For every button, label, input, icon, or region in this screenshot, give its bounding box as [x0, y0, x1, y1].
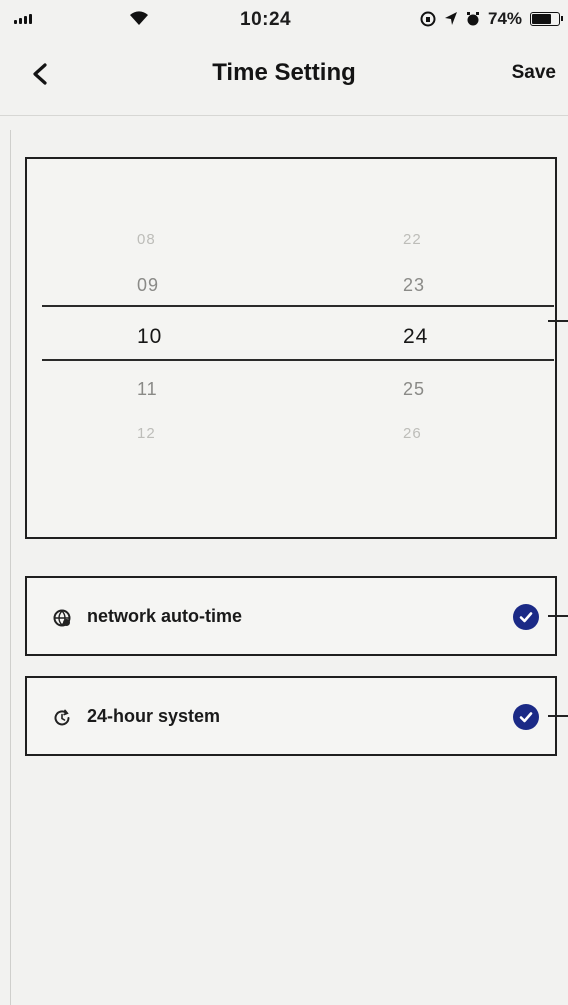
time-picker[interactable]: 08 09 10 11 12 22 23 24 25 26 — [25, 157, 557, 539]
battery-icon — [530, 12, 564, 26]
network-auto-time-check-icon[interactable] — [513, 604, 539, 630]
hour-wheel[interactable]: 08 09 10 11 12 — [137, 159, 257, 537]
callout-pointer — [548, 615, 568, 617]
minute-option[interactable]: 25 — [403, 379, 425, 400]
network-auto-time-row[interactable]: network auto-time — [25, 576, 557, 656]
nav-bar: Time Setting Save — [0, 45, 568, 105]
page-edge — [10, 130, 11, 1005]
status-bar: 10:24 74% — [0, 0, 568, 40]
selection-line-top — [42, 305, 554, 307]
globe-clock-icon — [53, 609, 71, 627]
hour-option[interactable]: 12 — [137, 425, 156, 442]
hour-option[interactable]: 09 — [137, 275, 159, 296]
battery-percent: 74% — [488, 9, 523, 28]
24-hour-system-check-icon[interactable] — [513, 704, 539, 730]
24-hour-system-row[interactable]: 24-hour system — [25, 676, 557, 756]
selection-line-bottom — [42, 359, 554, 361]
minute-option[interactable]: 23 — [403, 275, 425, 296]
status-time: 10:24 — [240, 9, 292, 30]
wifi-icon — [130, 11, 148, 25]
signal-icon — [14, 14, 32, 24]
alarm-icon — [467, 12, 479, 26]
time-setting-screen: 10:24 74% Time Setting Save 08 09 10 11 … — [0, 0, 568, 1005]
location-icon — [445, 12, 457, 25]
minute-option-selected[interactable]: 24 — [403, 325, 428, 349]
callout-pointer — [548, 320, 568, 322]
lock-rotation-icon — [420, 11, 436, 27]
page-title: Time Setting — [212, 59, 356, 86]
hour-option[interactable]: 08 — [137, 231, 156, 248]
hour-option-selected[interactable]: 10 — [137, 325, 162, 349]
minute-option[interactable]: 26 — [403, 425, 422, 442]
nav-divider — [0, 115, 568, 116]
status-right-group: 74% — [420, 9, 564, 29]
minute-option[interactable]: 22 — [403, 231, 422, 248]
save-button[interactable]: Save — [512, 62, 556, 84]
network-auto-time-label: network auto-time — [87, 606, 243, 626]
minute-wheel[interactable]: 22 23 24 25 26 — [403, 159, 523, 537]
24-hour-system-label: 24-hour system — [87, 706, 221, 726]
clock-refresh-icon — [54, 709, 70, 726]
hour-option[interactable]: 11 — [137, 379, 158, 400]
callout-pointer — [548, 715, 568, 717]
